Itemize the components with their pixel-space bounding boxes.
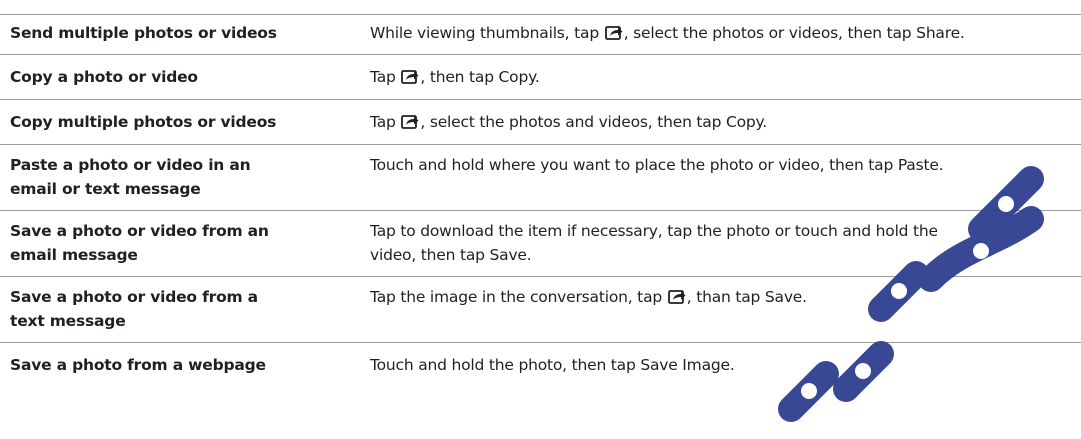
action-cell: Paste a photo or video in an email or te… bbox=[0, 145, 360, 210]
action-line: Save a photo or video from an bbox=[10, 222, 269, 240]
description-cell: Touch and hold the photo, then tap Save … bbox=[360, 343, 1075, 399]
share-icon bbox=[667, 290, 686, 304]
description-text: Touch and hold where you want to place t… bbox=[370, 156, 944, 174]
table-row: Save a photo or video from a text messag… bbox=[0, 276, 1081, 342]
action-line: email or text message bbox=[10, 180, 201, 198]
description-text: , select the photos or videos, then tap … bbox=[623, 24, 965, 42]
description-text: Tap the image in the conversation, tap bbox=[370, 288, 667, 306]
table-row: Send multiple photos or videos While vie… bbox=[0, 14, 1081, 54]
share-icon bbox=[401, 115, 419, 129]
table-row: Save a photo or video from an email mess… bbox=[0, 210, 1081, 276]
share-icon bbox=[401, 70, 419, 84]
description-text: Tap bbox=[370, 113, 401, 131]
description-line: video, then tap Save. bbox=[370, 246, 532, 264]
description-text: Touch and hold the photo, then tap Save … bbox=[370, 356, 735, 374]
action-line: email message bbox=[10, 246, 138, 264]
description-text: , select the photos and videos, then tap… bbox=[420, 113, 768, 131]
description-text: , then tap Copy. bbox=[420, 68, 540, 86]
shortcuts-table: Send multiple photos or videos While vie… bbox=[0, 0, 1081, 399]
table-row: Copy multiple photos or videos Tap , sel… bbox=[0, 99, 1081, 144]
description-line: Tap to download the item if necessary, t… bbox=[370, 222, 938, 240]
description-cell: Tap the image in the conversation, tap ,… bbox=[360, 277, 1075, 342]
description-cell: Tap , select the photos and videos, then… bbox=[360, 100, 1075, 144]
description-cell: While viewing thumbnails, tap , select t… bbox=[360, 15, 1075, 54]
table-row: Paste a photo or video in an email or te… bbox=[0, 144, 1081, 210]
description-text: Tap bbox=[370, 68, 401, 86]
description-cell: Tap , then tap Copy. bbox=[360, 55, 1075, 99]
action-cell: Copy a photo or video bbox=[10, 68, 198, 86]
description-cell: Touch and hold where you want to place t… bbox=[360, 145, 1075, 210]
description-cell: Tap to download the item if necessary, t… bbox=[360, 211, 1075, 276]
table-row: Copy a photo or video Tap , then tap Cop… bbox=[0, 54, 1081, 99]
table-row: Save a photo from a webpage Touch and ho… bbox=[0, 342, 1081, 399]
action-cell: Save a photo or video from a text messag… bbox=[0, 277, 360, 342]
action-line: text message bbox=[10, 312, 126, 330]
share-icon bbox=[604, 26, 623, 40]
description-text: While viewing thumbnails, tap bbox=[370, 24, 604, 42]
action-cell: Save a photo from a webpage bbox=[10, 356, 266, 374]
action-line: Paste a photo or video in an bbox=[10, 156, 251, 174]
action-line: Save a photo or video from a bbox=[10, 288, 258, 306]
description-text: , than tap Save. bbox=[686, 288, 807, 306]
action-cell: Send multiple photos or videos bbox=[10, 24, 277, 42]
action-cell: Copy multiple photos or videos bbox=[10, 113, 277, 131]
action-cell: Save a photo or video from an email mess… bbox=[0, 211, 360, 276]
